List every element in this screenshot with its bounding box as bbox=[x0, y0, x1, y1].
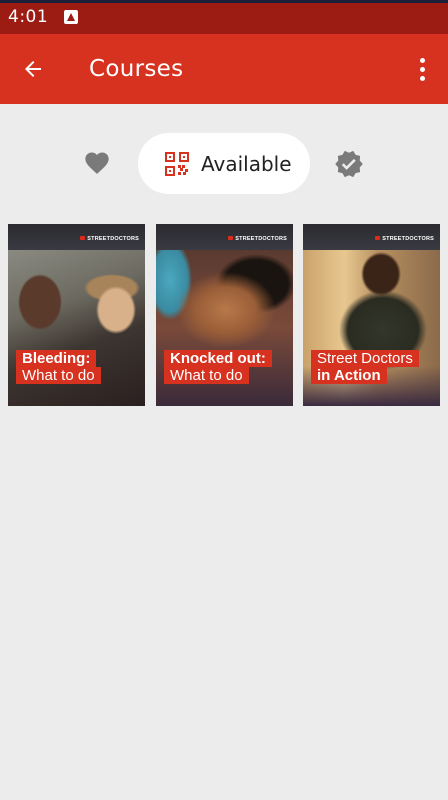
course-title-line2: What to do bbox=[16, 367, 101, 384]
card-header: STREETDOCTORS bbox=[8, 224, 145, 250]
card-header: STREETDOCTORS bbox=[156, 224, 293, 250]
streetdoctors-logo: STREETDOCTORS bbox=[375, 236, 434, 242]
qr-code-icon bbox=[165, 152, 189, 176]
course-title: Bleeding: What to do bbox=[16, 350, 101, 384]
favorites-heart-icon[interactable] bbox=[82, 149, 114, 179]
streetdoctors-logo: STREETDOCTORS bbox=[228, 236, 287, 242]
app-bar: Courses bbox=[0, 34, 448, 104]
course-grid: STREETDOCTORS Bleeding: What to do STREE… bbox=[8, 224, 440, 406]
course-title-line1: Bleeding: bbox=[16, 350, 97, 367]
status-bar-top-line bbox=[0, 0, 448, 3]
course-title-line2: in Action bbox=[311, 367, 387, 384]
app-notification-icon bbox=[64, 10, 79, 24]
course-title: Knocked out: What to do bbox=[164, 350, 272, 384]
card-header: STREETDOCTORS bbox=[303, 224, 440, 250]
status-bar: 4:01 bbox=[0, 0, 448, 34]
streetdoctors-logo: STREETDOCTORS bbox=[80, 236, 139, 242]
page-title: Courses bbox=[89, 56, 184, 82]
course-title: Street Doctors in Action bbox=[311, 350, 419, 384]
verified-badge-icon[interactable] bbox=[334, 149, 364, 179]
course-title-line1: Street Doctors bbox=[311, 350, 419, 367]
available-filter-button[interactable]: Available bbox=[138, 133, 310, 194]
back-arrow-icon[interactable] bbox=[18, 54, 48, 84]
course-card-knocked-out[interactable]: STREETDOCTORS Knocked out: What to do bbox=[156, 224, 293, 406]
more-vert-icon[interactable] bbox=[408, 54, 436, 84]
status-time: 4:01 bbox=[8, 7, 49, 27]
available-filter-label: Available bbox=[201, 152, 292, 176]
course-title-line2: What to do bbox=[164, 367, 249, 384]
course-card-bleeding[interactable]: STREETDOCTORS Bleeding: What to do bbox=[8, 224, 145, 406]
course-card-street-doctors-in-action[interactable]: STREETDOCTORS Street Doctors in Action bbox=[303, 224, 440, 406]
course-title-line1: Knocked out: bbox=[164, 350, 272, 367]
filter-row: Available bbox=[0, 133, 448, 195]
